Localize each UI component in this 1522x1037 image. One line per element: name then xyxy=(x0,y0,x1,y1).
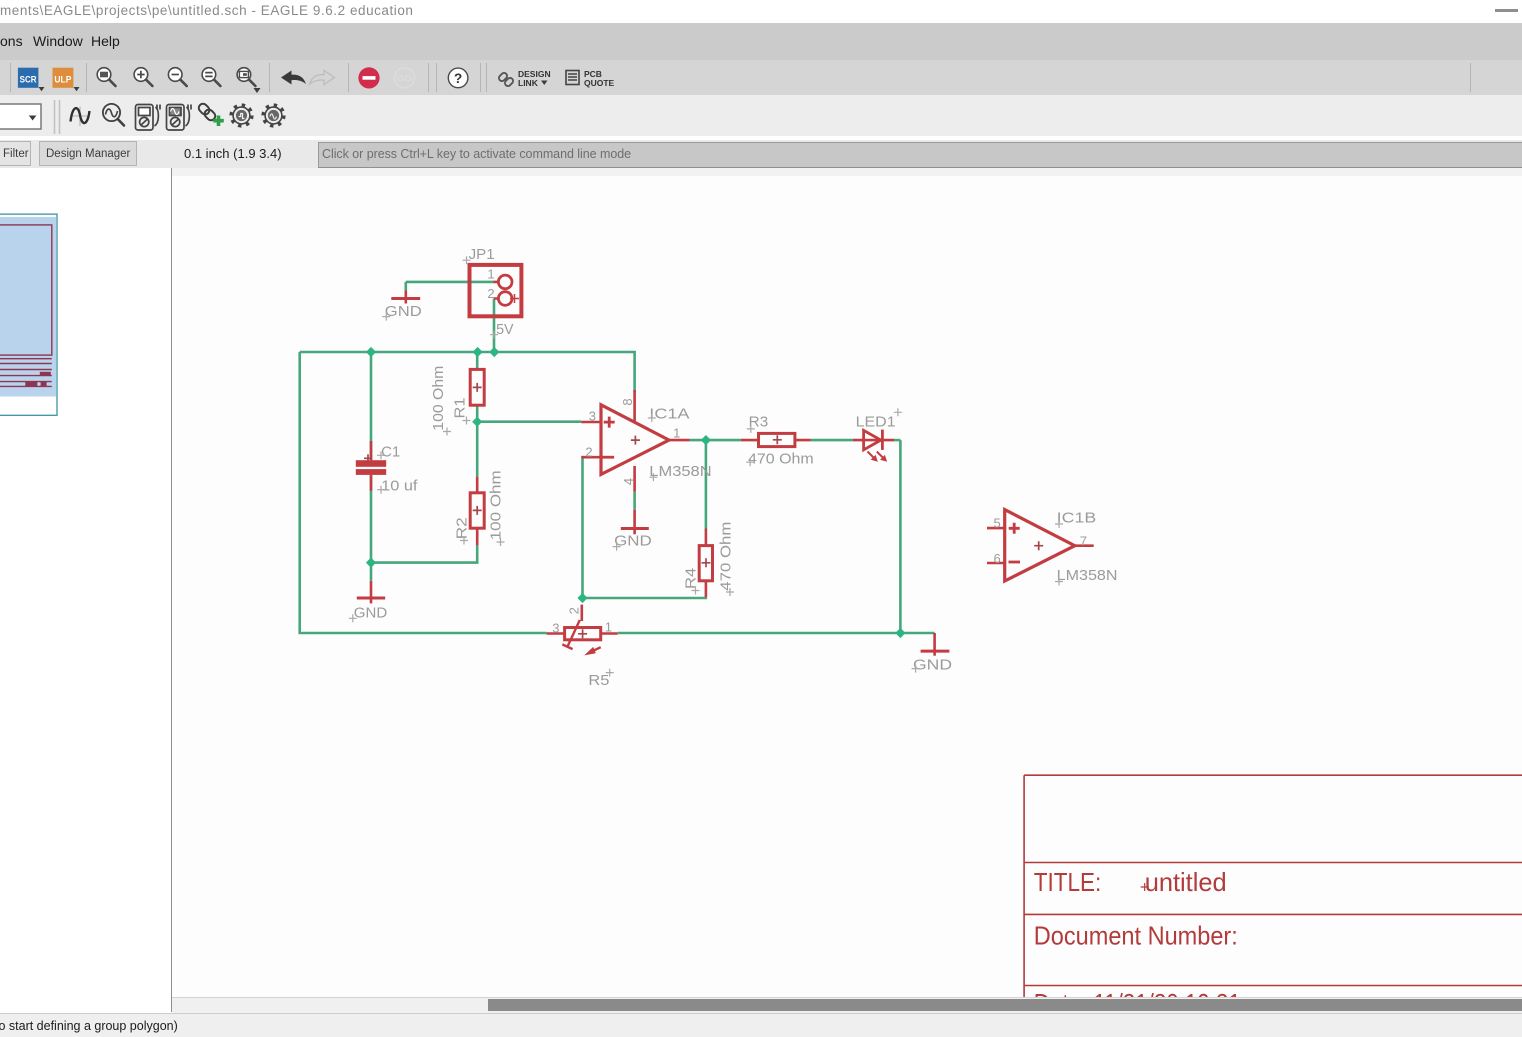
svg-text:JP1: JP1 xyxy=(469,246,495,263)
svg-text:1: 1 xyxy=(673,426,680,441)
svg-text:2: 2 xyxy=(585,444,592,459)
svg-text:6: 6 xyxy=(994,551,1001,566)
svg-text:100 Ohm: 100 Ohm xyxy=(430,366,447,431)
svg-text:100 Ohm: 100 Ohm xyxy=(488,470,505,540)
svg-text:C1: C1 xyxy=(381,443,400,460)
svg-text:GND: GND xyxy=(913,656,952,673)
svg-text:untitled: untitled xyxy=(1145,867,1227,897)
svg-text:7: 7 xyxy=(1080,534,1087,549)
svg-text:2: 2 xyxy=(567,607,582,614)
svg-text:LM358N: LM358N xyxy=(1057,567,1118,584)
svg-text:10 uf: 10 uf xyxy=(381,478,418,495)
svg-text:2: 2 xyxy=(487,286,494,301)
svg-text:1: 1 xyxy=(487,266,494,281)
svg-text:3: 3 xyxy=(589,408,596,423)
svg-text:LED1: LED1 xyxy=(856,414,896,431)
svg-text:Document Number:: Document Number: xyxy=(1034,921,1238,951)
svg-text:GND: GND xyxy=(354,604,388,621)
svg-text:4: 4 xyxy=(621,478,636,485)
svg-text:R4: R4 xyxy=(683,568,700,589)
svg-text:470 Ohm: 470 Ohm xyxy=(748,451,814,468)
svg-text:R1: R1 xyxy=(452,398,469,419)
svg-text:5: 5 xyxy=(994,516,1001,531)
svg-text:GND: GND xyxy=(385,303,422,320)
svg-text:R5: R5 xyxy=(588,672,609,689)
svg-text:TITLE:: TITLE: xyxy=(1034,867,1102,897)
svg-text:IC1A: IC1A xyxy=(649,406,689,423)
svg-text:1: 1 xyxy=(605,620,612,635)
svg-text:8: 8 xyxy=(620,398,635,405)
svg-text:LM358N: LM358N xyxy=(649,463,711,480)
svg-text:3: 3 xyxy=(552,621,559,636)
svg-text:470 Ohm: 470 Ohm xyxy=(718,522,735,591)
svg-text:R3: R3 xyxy=(749,414,769,431)
svg-text:5V: 5V xyxy=(496,321,513,338)
svg-text:R2: R2 xyxy=(454,517,471,539)
